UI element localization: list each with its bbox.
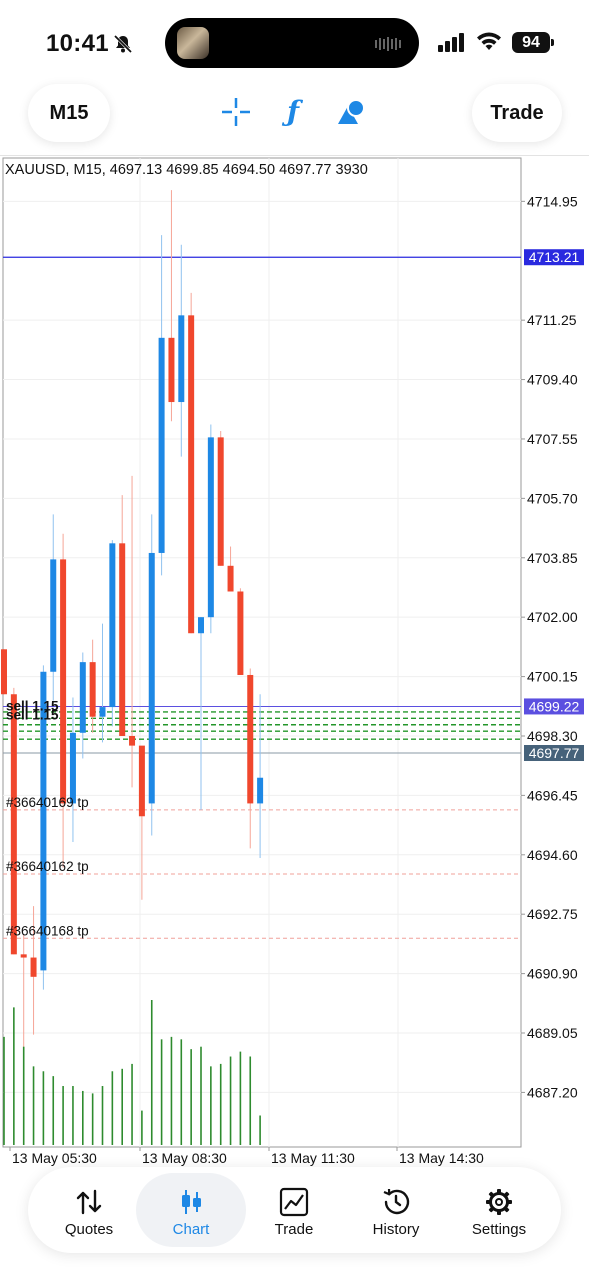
ask-price-tag: 4699.22	[529, 698, 580, 714]
candle-body	[168, 337, 175, 403]
candle-body	[207, 437, 214, 618]
time-label: 13 May 11:30	[271, 1150, 355, 1166]
candle-body	[227, 565, 234, 592]
chart-candles-icon	[182, 1190, 201, 1214]
candle-body	[20, 954, 27, 958]
candle-body	[30, 957, 37, 977]
candle-body	[79, 662, 86, 733]
price-label: 4687.20	[527, 1084, 578, 1100]
nav-chart-label: Chart	[172, 1221, 210, 1238]
candle-body	[257, 777, 264, 804]
time-label: 13 May 05:30	[12, 1150, 97, 1166]
candle-body	[60, 559, 67, 804]
tp-label: #36640169 tp	[6, 795, 89, 810]
nav-history-label: History	[372, 1221, 420, 1238]
candle-body	[198, 617, 204, 634]
tp-label: #36640162 tp	[6, 859, 89, 874]
candle-body	[188, 315, 195, 634]
candle-body	[89, 662, 96, 717]
candle-body	[50, 559, 57, 672]
price-label: 4703.85	[527, 550, 578, 566]
objects-shapes-icon[interactable]	[336, 96, 368, 128]
settings-gear-icon	[486, 1189, 512, 1215]
price-label: 4702.00	[527, 609, 578, 625]
price-chart[interactable]: 4714.95 4711.25 4709.40 4707.55 4705.70 4703.…	[0, 157, 589, 1172]
price-label: 4709.40	[527, 372, 578, 388]
candle-body	[158, 337, 165, 553]
tp-label: #36640168 tp	[6, 923, 89, 938]
timeframe-button[interactable]: M15	[28, 84, 110, 142]
horizontal-line-price-tag: 4713.21	[529, 249, 580, 265]
indicators-function-icon[interactable]: ƒ	[277, 96, 309, 128]
plot-area	[2, 157, 522, 1148]
candle-body	[178, 315, 185, 403]
nav-quotes-label: Quotes	[64, 1221, 114, 1238]
time-label: 13 May 08:30	[142, 1150, 227, 1166]
nav-chart[interactable]: Chart	[136, 1173, 246, 1247]
price-label: 4698.30	[527, 728, 578, 744]
nav-trade-label: Trade	[274, 1221, 314, 1238]
candle-body	[217, 437, 224, 566]
symbol-info: XAUUSD, M15, 4697.13 4699.85 4694.50 469…	[5, 162, 368, 178]
candle-body	[119, 543, 126, 736]
price-label: 4690.90	[527, 966, 578, 982]
price-label: 4707.55	[527, 431, 578, 447]
battery-indicator: 94	[512, 32, 554, 53]
crosshair-icon[interactable]	[220, 96, 252, 128]
candle-body	[99, 707, 106, 717]
order-label-sell: sell 1.15	[6, 707, 59, 722]
candle-body	[109, 543, 116, 708]
candle-body	[1, 649, 7, 695]
bell-muted-icon	[113, 34, 133, 54]
candle-body	[148, 552, 155, 804]
audio-wave-icon	[375, 37, 401, 51]
cellular-signal-icon	[438, 33, 464, 52]
bid-price-tag: 4697.77	[529, 745, 580, 761]
quotes-arrows-icon	[76, 1189, 102, 1215]
price-label: 4689.05	[527, 1025, 578, 1041]
price-label: 4696.45	[527, 787, 578, 803]
nav-settings-label: Settings	[471, 1221, 527, 1238]
toolbar-divider	[0, 155, 589, 156]
history-clock-icon	[383, 1188, 410, 1215]
bottom-navigation: Quotes Chart Trade History Settings	[28, 1167, 561, 1253]
candle-body	[129, 735, 136, 746]
price-label: 4714.95	[527, 193, 578, 209]
price-label: 4692.75	[527, 906, 578, 922]
price-label: 4694.60	[527, 847, 578, 863]
candle-body	[138, 745, 145, 817]
nav-history[interactable]: History	[341, 1173, 451, 1247]
status-bar: 10:41 94	[0, 0, 589, 80]
candle-body	[247, 674, 254, 804]
price-label: 4700.15	[527, 669, 578, 685]
dynamic-island	[165, 18, 419, 68]
time-label: 13 May 14:30	[399, 1150, 484, 1166]
trade-graph-icon	[279, 1187, 309, 1217]
price-label: 4705.70	[527, 490, 578, 506]
nav-trade[interactable]: Trade	[239, 1173, 349, 1247]
candle-body	[69, 732, 76, 804]
candle-body	[237, 591, 244, 675]
candle-body	[10, 694, 17, 955]
clock: 10:41	[46, 30, 109, 57]
nav-quotes[interactable]: Quotes	[34, 1173, 144, 1247]
trade-button[interactable]: Trade	[472, 84, 562, 142]
nav-settings[interactable]: Settings	[444, 1173, 554, 1247]
wifi-icon	[477, 32, 501, 50]
price-label: 4711.25	[527, 312, 577, 328]
album-art-icon	[177, 27, 209, 59]
